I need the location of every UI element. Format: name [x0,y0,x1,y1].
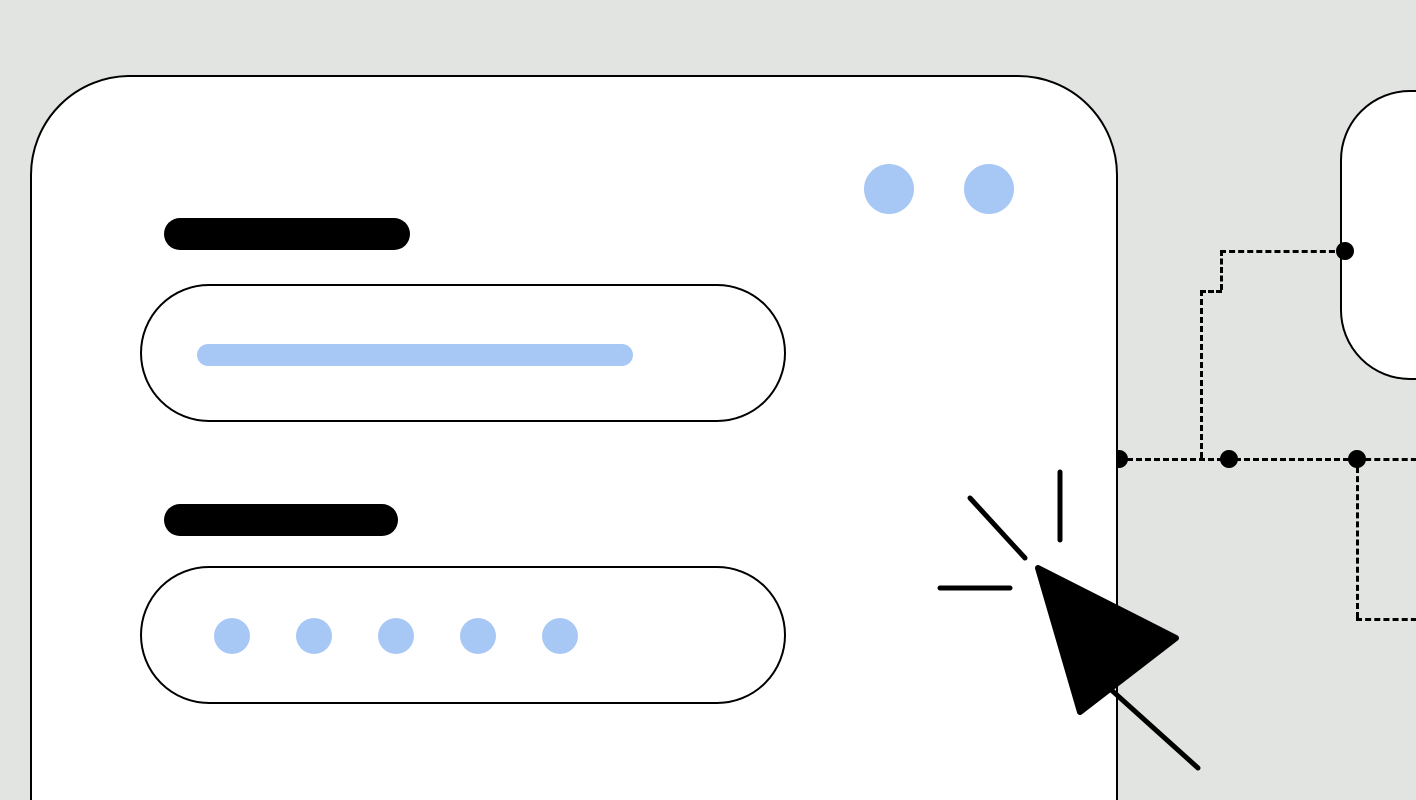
connector-segment [1220,250,1344,253]
window-control-dot[interactable] [864,164,914,214]
password-mask-dot [460,618,496,654]
connector-segment [1200,290,1203,458]
connector-node [1220,450,1238,468]
connector-node [1336,242,1354,260]
field-label-placeholder [164,504,398,536]
side-card [1340,90,1416,380]
field-label-placeholder [164,218,410,250]
password-mask-dot [214,618,250,654]
connector-segment [1356,618,1416,621]
password-mask-dot [378,618,414,654]
connector-node [1348,450,1366,468]
connector-segment [1118,458,1358,461]
connector-segment [1356,458,1359,618]
password-mask-dot [296,618,332,654]
text-input-value-placeholder [197,344,633,366]
password-mask-dot [542,618,578,654]
click-cursor-icon [930,468,1210,788]
window-control-dot[interactable] [964,164,1014,214]
connector-segment [1220,250,1223,290]
connector-segment [1200,290,1222,293]
